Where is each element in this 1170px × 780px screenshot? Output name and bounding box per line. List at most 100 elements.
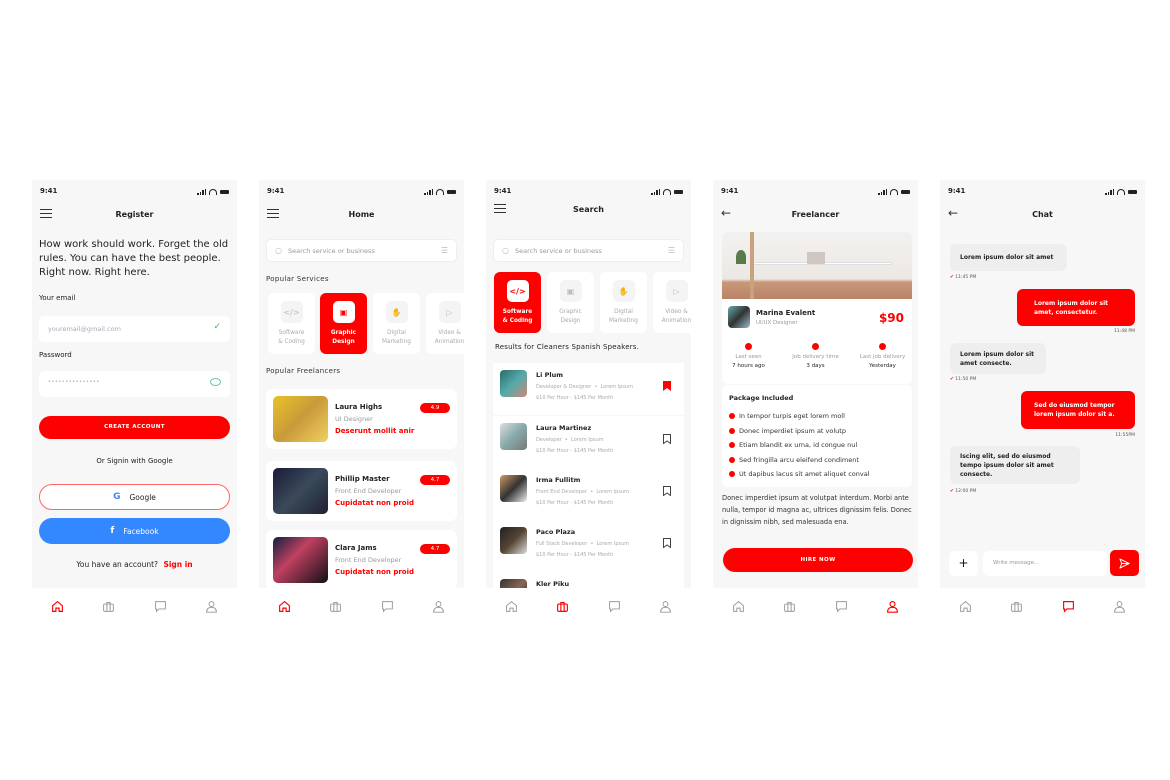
bookmark-icon[interactable] xyxy=(663,486,671,496)
message-outgoing: Sed do eiusmod tempor lorem ipsum dolor … xyxy=(1021,391,1135,429)
email-label: Your email xyxy=(39,294,76,302)
bookmark-icon[interactable] xyxy=(663,538,671,548)
status-time: 9:41 xyxy=(948,187,966,195)
message-input[interactable]: Write message... xyxy=(983,551,1107,576)
service-software-coding[interactable]: </> Software & Coding xyxy=(268,293,315,354)
google-button[interactable]: G Google xyxy=(39,484,230,510)
result-role: Full Stack Developer • Lorem Ipsum xyxy=(536,541,630,547)
signin-link[interactable]: Sign in xyxy=(163,560,192,569)
service-label: Graphic xyxy=(559,309,582,315)
battery-icon xyxy=(1128,189,1137,194)
wifi-icon xyxy=(1117,189,1125,195)
tab-home[interactable] xyxy=(729,597,749,617)
tab-chat[interactable] xyxy=(831,597,851,617)
headline: How work should work. Forget the old rul… xyxy=(39,239,229,278)
tab-profile[interactable] xyxy=(882,597,902,617)
tab-bar xyxy=(32,588,237,625)
send-button[interactable] xyxy=(1110,550,1139,576)
briefcase-icon xyxy=(784,601,796,612)
tab-bar xyxy=(713,588,918,625)
stat-value: 3 days xyxy=(806,363,825,369)
bookmark-icon[interactable] xyxy=(663,434,671,444)
result-price: $10 Per Hour - $145 Per Month xyxy=(536,500,614,506)
freelancer-screen: 9:41 ← Freelancer Marina Evalent UI/UX D… xyxy=(713,180,918,625)
tab-profile[interactable] xyxy=(1109,597,1129,617)
result-item[interactable]: Li Plum Developer & Designer • Lorem Ips… xyxy=(493,363,684,415)
register-screen: 9:41 Register How work should work. Forg… xyxy=(32,180,237,625)
filter-icon[interactable]: ☰ xyxy=(668,246,675,255)
tab-chat[interactable] xyxy=(1058,597,1078,617)
create-account-button[interactable]: CREATE ACCOUNT xyxy=(39,416,230,439)
result-item[interactable]: Kler Piku xyxy=(493,572,684,588)
profile-card: Marina Evalent UI/UX Designer $90 xyxy=(722,299,912,384)
eye-icon[interactable] xyxy=(210,378,221,386)
price: $90 xyxy=(878,311,904,325)
service-label: Graphic xyxy=(330,330,357,336)
service-software-coding[interactable]: </> Software & Coding xyxy=(494,272,541,333)
freelancer-card[interactable]: Clara Jams Front End Developer Cupidatat… xyxy=(266,530,457,588)
service-graphic-design[interactable]: ▣ Graphic Design xyxy=(547,272,594,333)
freelancer-card[interactable]: Phillip Master Front End Developer Cupid… xyxy=(266,461,457,521)
tab-chat[interactable] xyxy=(150,597,170,617)
email-field[interactable]: youremail@gmail.com ✓ xyxy=(39,316,230,342)
tab-profile[interactable] xyxy=(428,597,448,617)
results-heading: Results for Cleaners Spanish Speakers. xyxy=(495,343,640,351)
battery-icon xyxy=(674,189,683,194)
tab-jobs[interactable] xyxy=(1007,597,1027,617)
bookmark-filled-icon[interactable] xyxy=(663,381,671,391)
tab-jobs[interactable] xyxy=(553,597,573,617)
code-icon: </> xyxy=(506,280,529,302)
status-icons xyxy=(424,187,456,195)
result-item[interactable]: Paco Plaza Full Stack Developer • Lorem … xyxy=(493,520,684,572)
service-graphic-design[interactable]: ▣ Graphic Design xyxy=(320,293,367,354)
service-video-animation[interactable]: ▷ Video & Animation xyxy=(653,272,691,333)
search-input[interactable]: ○ Search service or business ☰ xyxy=(493,239,684,262)
tab-jobs[interactable] xyxy=(326,597,346,617)
profile-icon xyxy=(1114,601,1125,613)
tab-profile[interactable] xyxy=(655,597,675,617)
result-item[interactable]: Laura Martinez Developer • Lorem Ipsum $… xyxy=(493,416,684,468)
status-icons xyxy=(651,187,683,195)
result-photo xyxy=(500,579,527,588)
filter-icon[interactable]: ☰ xyxy=(441,246,448,255)
service-label: Design xyxy=(560,318,581,324)
status-icons xyxy=(878,187,910,195)
tab-chat[interactable] xyxy=(604,597,624,617)
wifi-icon xyxy=(663,189,671,195)
chat-icon xyxy=(381,601,393,613)
freelancer-role: UI Designer xyxy=(335,415,373,423)
freelancer-desc: Cupidatat non proid xyxy=(335,568,415,576)
facebook-button[interactable]: f Facebook xyxy=(39,518,230,544)
tab-home[interactable] xyxy=(275,597,295,617)
have-account-text: You have an account? xyxy=(76,560,159,569)
service-digital-marketing[interactable]: ✋ Digital Marketing xyxy=(373,293,420,354)
service-digital-marketing[interactable]: ✋ Digital Marketing xyxy=(600,272,647,333)
freelancer-role: Front End Developer xyxy=(335,487,402,495)
tab-chat[interactable] xyxy=(377,597,397,617)
tab-home[interactable] xyxy=(48,597,68,617)
freelancer-content: 9:41 ← Freelancer Marina Evalent UI/UX D… xyxy=(713,180,918,588)
result-name: Irma Fullitm xyxy=(536,476,581,484)
add-attachment-button[interactable]: + xyxy=(949,551,978,576)
service-video-animation[interactable]: ▷ Video & Animation xyxy=(426,293,464,354)
password-field[interactable]: ••••••••••••••• xyxy=(39,371,230,397)
google-icon: G xyxy=(113,492,121,502)
result-price: $10 Per Hour - $145 Per Month xyxy=(536,395,614,401)
tab-jobs[interactable] xyxy=(99,597,119,617)
tab-profile[interactable] xyxy=(201,597,221,617)
tab-jobs[interactable] xyxy=(780,597,800,617)
search-icon: ○ xyxy=(275,246,282,255)
search-placeholder: Search service or business xyxy=(287,246,375,255)
status-time: 9:41 xyxy=(721,187,739,195)
tab-home[interactable] xyxy=(956,597,976,617)
tab-home[interactable] xyxy=(502,597,522,617)
monitor-icon: ▣ xyxy=(332,301,355,323)
search-input[interactable]: ○ Search service or business ☰ xyxy=(266,239,457,262)
hire-now-button[interactable]: HIRE NOW xyxy=(723,548,913,572)
battery-icon xyxy=(220,189,229,194)
result-item[interactable]: Irma Fullitm Front End Developer • Lorem… xyxy=(493,468,684,520)
freelancer-card[interactable]: Laura Highs UI Designer Deserunt mollit … xyxy=(266,389,457,449)
service-label: Marketing xyxy=(382,339,411,345)
freelancer-desc: Cupidatat non proid xyxy=(335,499,415,507)
signal-icon xyxy=(197,189,206,195)
